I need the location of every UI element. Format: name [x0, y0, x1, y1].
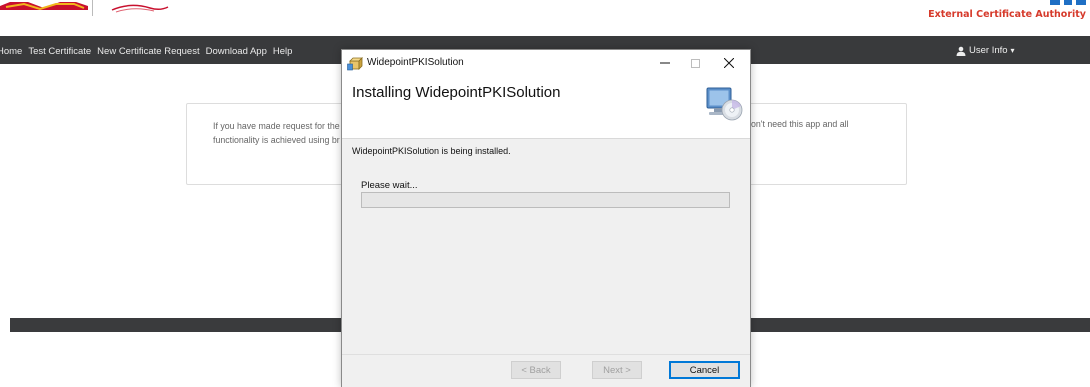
nav-help[interactable]: Help: [273, 46, 293, 57]
minimize-icon: [660, 62, 670, 64]
install-progress-bar: [361, 192, 730, 208]
brand-text: External Certificate Authority: [928, 9, 1086, 20]
user-info-label: User Info: [969, 45, 1008, 56]
nav-items: Home Test Certificate New Certificate Re…: [0, 36, 298, 74]
site-logo-left: [0, 0, 90, 11]
maximize-button[interactable]: [678, 50, 712, 76]
dialog-titlebar[interactable]: WidepointPKISolution: [342, 50, 750, 76]
close-icon: [724, 58, 734, 68]
computer-cd-install-icon: [706, 87, 743, 121]
installer-dialog: WidepointPKISolution Installing Widepoin…: [341, 49, 751, 387]
dialog-button-bar: < Back Next > Cancel: [342, 354, 750, 387]
installer-package-icon: [347, 57, 363, 71]
close-button[interactable]: [712, 50, 746, 76]
site-logo-swoosh: [111, 4, 169, 13]
minimize-button[interactable]: [648, 50, 682, 76]
back-button[interactable]: < Back: [511, 361, 561, 379]
info-text-right: on't need this app and all: [751, 119, 849, 129]
please-wait-label: Please wait...: [361, 180, 418, 191]
user-info-menu[interactable]: User Info ▾: [956, 45, 1015, 56]
brand-right: External Certificate Authority: [928, 0, 1086, 20]
install-status-text: WidepointPKISolution is being installed.: [352, 146, 511, 156]
user-icon: [956, 46, 966, 56]
nav-home[interactable]: Home: [0, 46, 22, 57]
maximize-icon: [690, 58, 700, 68]
dialog-window-title: WidepointPKISolution: [367, 57, 464, 68]
logo-separator: [92, 0, 93, 16]
dialog-header-panel: Installing WidepointPKISolution: [342, 76, 750, 139]
site-header: External Certificate Authority: [0, 0, 1090, 36]
next-button[interactable]: Next >: [592, 361, 642, 379]
nav-download-app[interactable]: Download App: [206, 46, 267, 57]
nav-new-certificate-request[interactable]: New Certificate Request: [97, 46, 199, 57]
cancel-button[interactable]: Cancel: [669, 361, 740, 379]
nav-test-certificate[interactable]: Test Certificate: [28, 46, 91, 57]
dialog-header-title: Installing WidepointPKISolution: [352, 84, 561, 101]
chevron-down-icon: ▾: [1010, 46, 1015, 55]
brand-logo-bars: [1046, 0, 1086, 6]
